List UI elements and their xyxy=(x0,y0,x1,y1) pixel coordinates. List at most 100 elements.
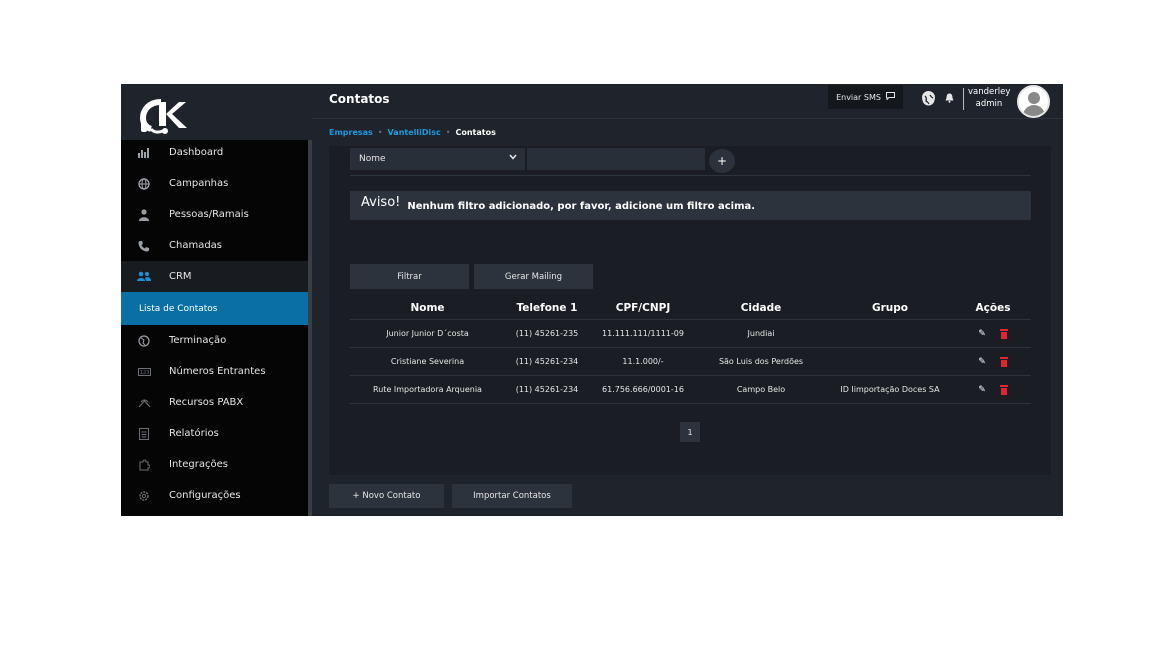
column-header-cpf[interactable]: CPF/CNPJ xyxy=(589,296,697,319)
top-header: Contatos Enviar SMS vanderley admin xyxy=(312,84,1063,119)
column-header-nome[interactable]: Nome xyxy=(350,296,505,319)
user-info[interactable]: vanderley admin xyxy=(968,86,1010,110)
cell-cpf: 11.111.111/1111-09 xyxy=(602,329,684,338)
sidebar-item-label: Campanhas xyxy=(169,178,229,189)
sidebar-subitem-lista-de-contatos[interactable]: Lista de Contatos xyxy=(121,292,308,325)
column-header-cidade[interactable]: Cidade xyxy=(697,296,825,319)
globe-icon[interactable] xyxy=(922,91,935,106)
cell-acoes: ✎ xyxy=(955,376,1031,403)
warning-alert: Aviso! Nenhum filtro adicionado, por fav… xyxy=(350,191,1031,220)
sidebar-item-label: Números Entrantes xyxy=(169,366,266,377)
sidebar-item-terminacao[interactable]: Terminação xyxy=(121,325,308,356)
sidebar-item-numeros-entrantes[interactable]: 123 Números Entrantes xyxy=(121,356,308,387)
edit-icon[interactable]: ✎ xyxy=(978,329,986,339)
logo-area xyxy=(121,84,308,140)
generate-mailing-button[interactable]: Gerar Mailing xyxy=(474,264,593,289)
number-icon: 123 xyxy=(137,365,151,379)
send-sms-label: Enviar SMS xyxy=(836,92,881,102)
sidebar-subitem-label: Lista de Contatos xyxy=(139,303,218,314)
table-row[interactable]: Junior Junior D´costa (11) 45261-235 11.… xyxy=(350,320,1031,348)
cell-cidade: Jundiai xyxy=(747,329,775,338)
cell-nome: Rute Importadora Arquenia xyxy=(373,385,482,394)
app-window: Dashboard Campanhas Pessoas/Ramais Chama… xyxy=(121,84,1063,516)
svg-text:123: 123 xyxy=(139,370,149,376)
add-filter-button[interactable]: + xyxy=(709,149,735,173)
sidebar-item-relatorios[interactable]: Relatórios xyxy=(121,418,308,449)
breadcrumb-separator: • xyxy=(377,128,383,137)
sidebar-item-integracoes[interactable]: Integrações xyxy=(121,449,308,480)
trash-icon[interactable] xyxy=(999,328,1008,339)
sidebar-scrollbar[interactable] xyxy=(308,140,312,516)
trash-icon[interactable] xyxy=(999,384,1008,395)
breadcrumb: Empresas • VantelliDisc • Contatos xyxy=(329,128,496,137)
column-header-telefone[interactable]: Telefone 1 xyxy=(505,296,589,319)
send-sms-button[interactable]: Enviar SMS xyxy=(828,85,903,109)
filter-field-select[interactable]: Nome xyxy=(350,148,525,170)
sidebar-item-label: CRM xyxy=(169,271,192,282)
message-icon xyxy=(885,92,895,102)
bell-icon[interactable] xyxy=(945,93,954,106)
cell-cidade: São Luis dos Perdões xyxy=(718,357,804,366)
header-divider xyxy=(963,88,964,110)
user-name: vanderley xyxy=(968,87,1011,97)
sidebar-item-label: Integrações xyxy=(169,459,228,470)
sidebar-item-recursos-pabx[interactable]: Recursos PABX xyxy=(121,387,308,418)
alert-title: Aviso! xyxy=(361,195,401,210)
sidebar-item-label: Dashboard xyxy=(169,147,224,158)
antenna-icon xyxy=(137,396,151,410)
cell-grupo xyxy=(825,348,955,375)
cell-cidade: Campo Belo xyxy=(736,385,786,394)
column-header-acoes: Ações xyxy=(975,301,1011,314)
phone-icon xyxy=(137,239,151,253)
cell-acoes: ✎ xyxy=(955,320,1031,347)
chevron-down-icon xyxy=(509,153,517,162)
import-contacts-button[interactable]: Importar Contatos xyxy=(452,484,572,508)
cell-telefone: (11) 45261-234 xyxy=(515,385,579,394)
user-role: admin xyxy=(975,99,1003,109)
cell-grupo: ID Iimportação Doces SA xyxy=(840,385,940,394)
avatar[interactable] xyxy=(1017,85,1050,118)
sidebar: Dashboard Campanhas Pessoas/Ramais Chama… xyxy=(121,84,308,516)
edit-icon[interactable]: ✎ xyxy=(978,385,986,395)
cell-cpf: 61.756.666/0001-16 xyxy=(602,385,684,394)
table-row[interactable]: Cristiane Severina (11) 45261-234 11.1.0… xyxy=(350,348,1031,376)
cell-cpf: 11.1.000/- xyxy=(622,357,664,366)
cell-grupo xyxy=(825,320,955,347)
report-icon xyxy=(137,427,151,441)
cell-acoes: ✎ xyxy=(955,348,1031,375)
bar-chart-icon xyxy=(137,146,151,160)
globe-icon xyxy=(137,177,151,191)
sidebar-item-label: Chamadas xyxy=(169,240,223,251)
alert-text: Nenhum filtro adicionado, por favor, adi… xyxy=(407,201,756,212)
sidebar-item-label: Configurações xyxy=(169,490,241,501)
page-title: Contatos xyxy=(329,92,390,106)
filter-field-value: Nome xyxy=(359,154,386,164)
edit-icon[interactable]: ✎ xyxy=(978,357,986,367)
table-row[interactable]: Rute Importadora Arquenia (11) 45261-234… xyxy=(350,376,1031,404)
sidebar-item-label: Relatórios xyxy=(169,428,219,439)
sidebar-item-campanhas[interactable]: Campanhas xyxy=(121,168,308,199)
cell-telefone: (11) 45261-235 xyxy=(515,329,579,338)
sidebar-item-crm[interactable]: CRM xyxy=(121,261,308,292)
sidebar-item-label: Pessoas/Ramais xyxy=(169,209,249,220)
filter-button[interactable]: Filtrar xyxy=(350,264,469,289)
sidebar-item-dashboard[interactable]: Dashboard xyxy=(121,137,308,168)
breadcrumb-empresas[interactable]: Empresas xyxy=(329,128,373,137)
filter-value-input[interactable] xyxy=(527,148,705,170)
pagination-page-1[interactable]: 1 xyxy=(680,422,700,442)
breadcrumb-separator: • xyxy=(445,128,451,137)
column-header-grupo[interactable]: Grupo xyxy=(825,296,955,319)
divider xyxy=(350,175,1031,176)
cell-telefone: (11) 45261-234 xyxy=(515,357,579,366)
sidebar-item-chamadas[interactable]: Chamadas xyxy=(121,230,308,261)
sidebar-item-label: Recursos PABX xyxy=(169,397,244,408)
sidebar-item-label: Terminação xyxy=(169,335,227,346)
contacts-table: Nome Telefone 1 CPF/CNPJ Cidade Grupo Aç… xyxy=(350,296,1031,404)
sidebar-item-pessoas-ramais[interactable]: Pessoas/Ramais xyxy=(121,199,308,230)
cell-nome: Junior Junior D´costa xyxy=(386,329,469,338)
new-contact-button[interactable]: + Novo Contato xyxy=(329,484,444,508)
breadcrumb-company[interactable]: VantelliDisc xyxy=(388,128,441,137)
trash-icon[interactable] xyxy=(999,356,1008,367)
sidebar-item-configuracoes[interactable]: Configurações xyxy=(121,480,308,511)
logo-icon xyxy=(139,99,187,134)
